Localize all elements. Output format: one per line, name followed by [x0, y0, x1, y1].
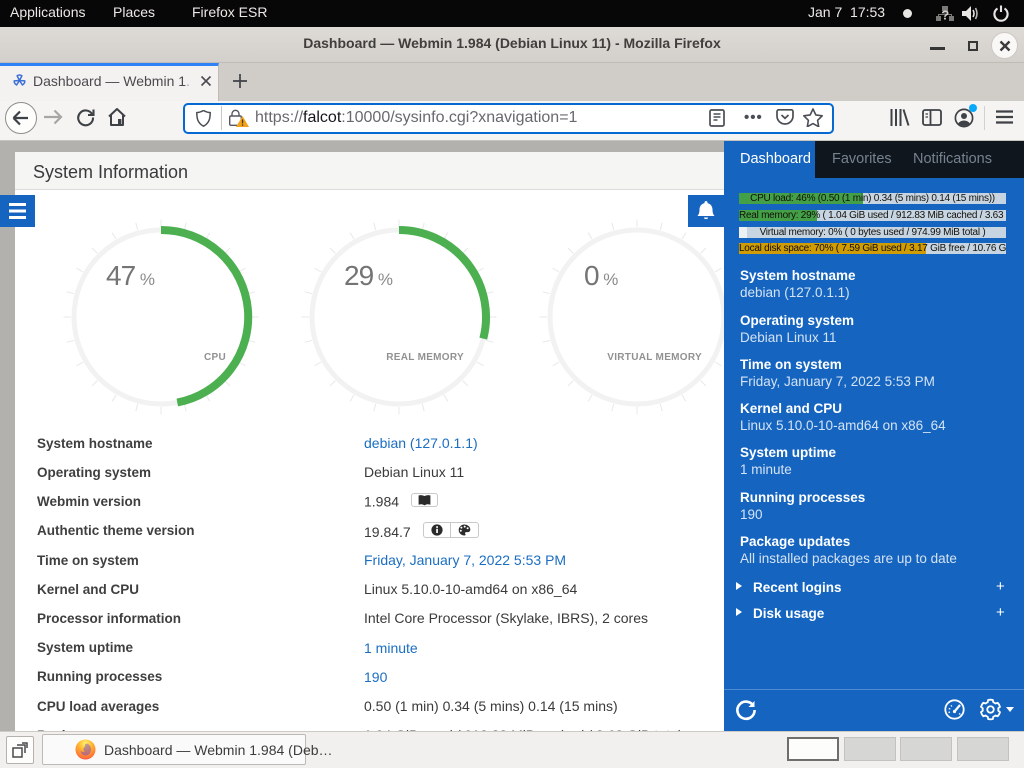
svg-text:?: ? [941, 8, 949, 23]
